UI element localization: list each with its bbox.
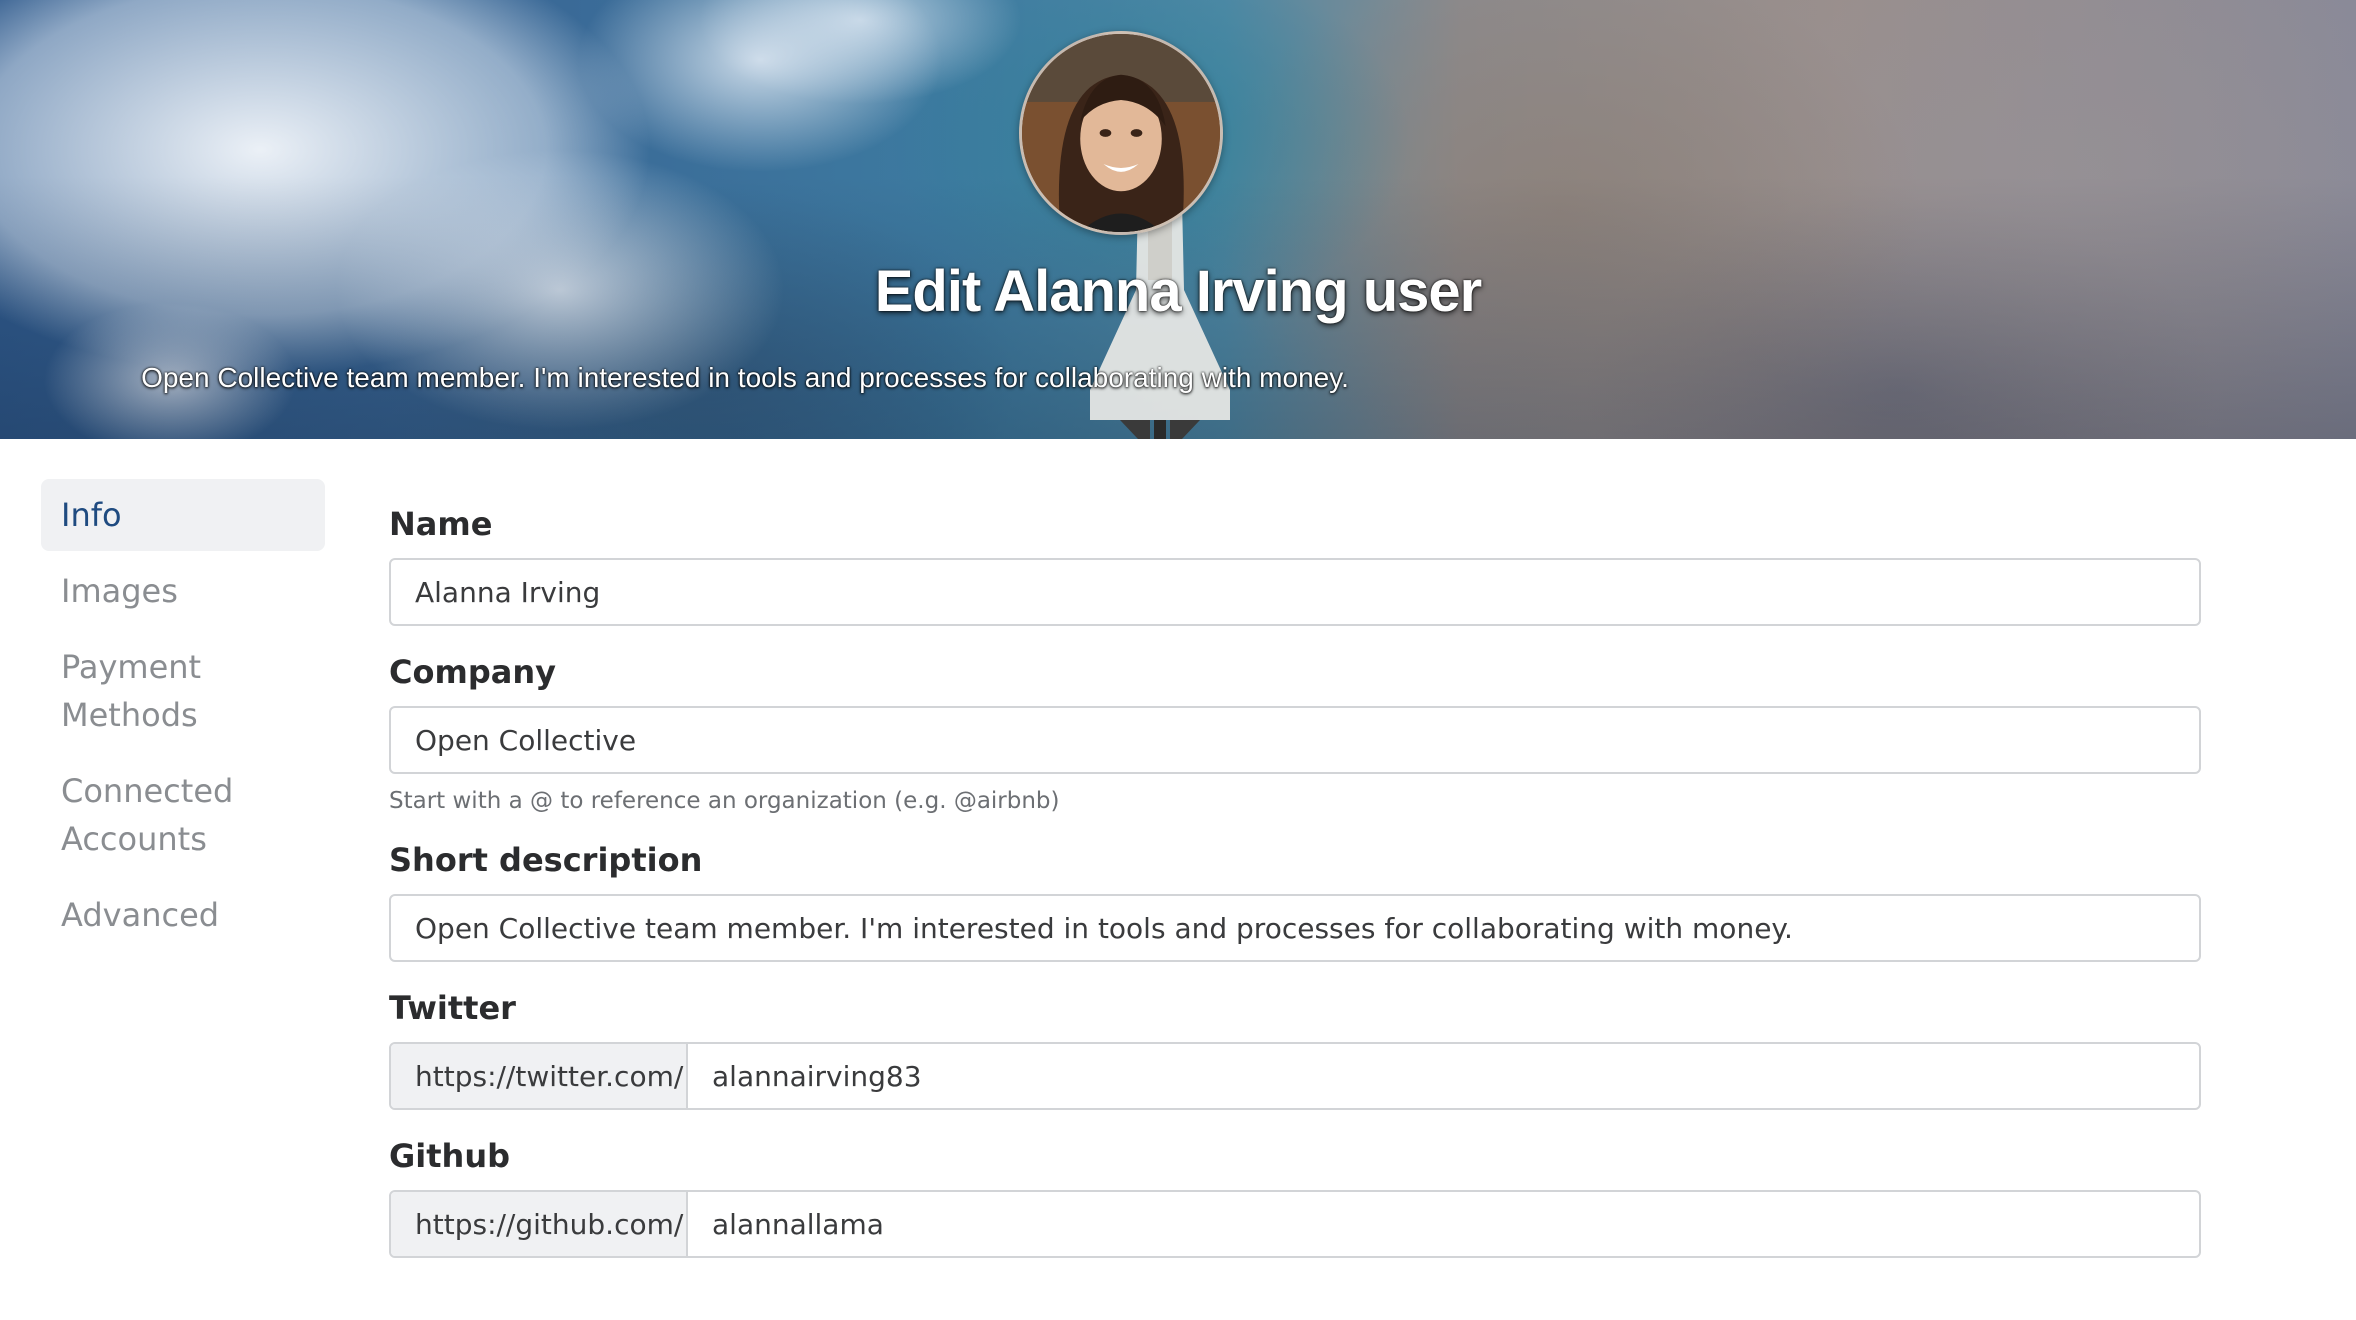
page-description: Open Collective team member. I'm interes… <box>141 362 1349 393</box>
github-url-prefix: https://github.com/ <box>391 1192 688 1256</box>
twitter-label: Twitter <box>389 989 516 1027</box>
settings-sidebar: Info Images Payment Methods Connected Ac… <box>41 479 325 955</box>
short-description-label: Short description <box>389 841 703 879</box>
short-description-input-wrapper <box>389 894 2201 962</box>
name-input-wrapper <box>389 558 2201 626</box>
sidebar-item-info[interactable]: Info <box>41 479 325 551</box>
github-field-group: Github https://github.com/ <box>389 1132 2201 1258</box>
github-label: Github <box>389 1137 510 1175</box>
sidebar-item-images[interactable]: Images <box>41 555 325 627</box>
github-handle-input[interactable] <box>688 1192 2199 1256</box>
edit-user-form: Name Company Start with a @ to reference… <box>389 500 2201 1280</box>
short-description-input[interactable] <box>391 896 2199 960</box>
name-label: Name <box>389 505 493 543</box>
company-hint: Start with a @ to reference an organizat… <box>389 788 1060 814</box>
user-avatar <box>1019 31 1223 235</box>
company-input[interactable] <box>391 708 2199 772</box>
twitter-input-wrapper: https://twitter.com/ <box>389 1042 2201 1110</box>
sidebar-item-connected-accounts[interactable]: Connected Accounts <box>41 755 261 875</box>
company-input-wrapper <box>389 706 2201 774</box>
twitter-handle-input[interactable] <box>688 1044 2199 1108</box>
page-title: Edit Alanna Irving user <box>874 259 1483 324</box>
twitter-url-prefix: https://twitter.com/ <box>391 1044 688 1108</box>
github-input-wrapper: https://github.com/ <box>389 1190 2201 1258</box>
company-label: Company <box>389 653 556 691</box>
name-input[interactable] <box>391 560 2199 624</box>
twitter-field-group: Twitter https://twitter.com/ <box>389 984 2201 1110</box>
short-description-field-group: Short description <box>389 836 2201 962</box>
sidebar-item-advanced[interactable]: Advanced <box>41 879 325 951</box>
name-field-group: Name <box>389 500 2201 626</box>
sidebar-item-payment-methods[interactable]: Payment Methods <box>41 631 241 751</box>
cover-banner: Edit Alanna Irving user Open Collective … <box>0 0 2356 439</box>
company-field-group: Company Start with a @ to reference an o… <box>389 648 2201 814</box>
